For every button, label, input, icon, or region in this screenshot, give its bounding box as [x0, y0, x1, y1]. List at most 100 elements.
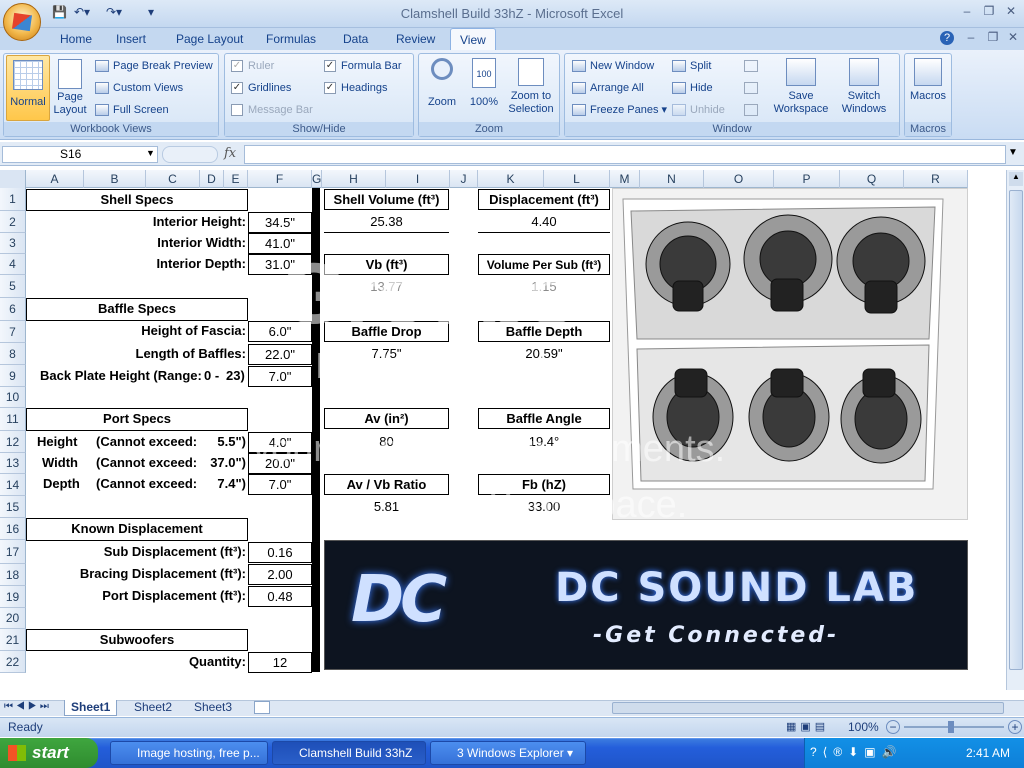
cell-port-depth-value[interactable]: 7.0"	[248, 474, 312, 495]
row-header-2[interactable]: 2	[0, 211, 26, 233]
cell-back-plate-value[interactable]: 7.0"	[248, 366, 312, 387]
name-box-dropdown-icon[interactable]: ▼	[146, 148, 155, 158]
cell-port-height-max[interactable]: 5.5")	[200, 432, 246, 453]
col-header-m[interactable]: M	[610, 170, 640, 188]
col-header-o[interactable]: O	[704, 170, 774, 188]
cell-port-height-cannot[interactable]: (Cannot exceed:	[96, 432, 197, 453]
col-header-k[interactable]: K	[478, 170, 544, 188]
office-button[interactable]	[3, 3, 41, 41]
col-header-i[interactable]: I	[386, 170, 450, 188]
cell-av-header[interactable]: Av (in²)	[324, 408, 449, 429]
cell-sub-displacement-label[interactable]: Sub Displacement (ft³):	[26, 542, 246, 563]
col-header-j[interactable]: J	[450, 170, 478, 188]
status-zoom-level[interactable]: 100%	[848, 720, 879, 734]
insert-sheet-icon[interactable]	[254, 701, 270, 714]
col-header-d[interactable]: D	[200, 170, 224, 188]
cell-port-width-label[interactable]: Width	[42, 453, 78, 474]
sync-scroll-icon[interactable]	[744, 82, 758, 94]
cell-subwoofers[interactable]: Subwoofers	[26, 629, 248, 651]
cell-port-width-value[interactable]: 20.0"	[248, 453, 312, 474]
formula-bar-checkbox[interactable]: ✓ Formula Bar	[324, 58, 402, 74]
sheet-tab-2[interactable]: Sheet2	[128, 700, 178, 716]
cell-baffle-drop-header[interactable]: Baffle Drop	[324, 321, 449, 342]
cell-port-displacement-label[interactable]: Port Displacement (ft³):	[26, 586, 246, 607]
scroll-up-icon[interactable]: ▲	[1009, 172, 1023, 186]
row-header-16[interactable]: 16	[0, 518, 26, 540]
row-header-8[interactable]: 8	[0, 343, 26, 365]
col-header-c[interactable]: C	[146, 170, 200, 188]
row-header-12[interactable]: 12	[0, 431, 26, 453]
cell-interior-height-label[interactable]: Interior Height:	[26, 212, 246, 233]
col-header-r[interactable]: R	[904, 170, 968, 188]
freeze-panes-button[interactable]: Freeze Panes ▾	[572, 102, 667, 118]
col-header-n[interactable]: N	[640, 170, 704, 188]
cell-shell-specs[interactable]: Shell Specs	[26, 189, 248, 211]
zoom-out-icon[interactable]: −	[886, 720, 900, 734]
page-layout-view-button[interactable]: Page Layout	[52, 55, 88, 121]
tab-home[interactable]: Home	[52, 31, 100, 49]
hide-button[interactable]: Hide	[672, 80, 713, 96]
normal-view-button[interactable]: Normal	[6, 55, 50, 121]
col-header-b[interactable]: B	[84, 170, 146, 188]
minimize-icon[interactable]: ‒	[958, 4, 976, 20]
zoom-slider[interactable]	[904, 726, 1004, 728]
doc-restore-icon[interactable]: ❐	[984, 30, 1002, 46]
cell-back-plate-label[interactable]: Back Plate Height (Range:	[40, 366, 210, 387]
cell-interior-depth-label[interactable]: Interior Depth:	[26, 254, 246, 275]
row-header-7[interactable]: 7	[0, 321, 26, 343]
cell-vb-value[interactable]: 13.77	[324, 277, 449, 298]
insert-function-icon[interactable]: fx	[224, 146, 236, 161]
row-header-18[interactable]: 18	[0, 564, 26, 586]
expand-formula-bar-icon[interactable]: ▼	[1008, 147, 1018, 158]
row-header-21[interactable]: 21	[0, 629, 26, 651]
split-button[interactable]: Split	[672, 58, 711, 74]
ruler-checkbox[interactable]: ✓ Ruler	[231, 58, 274, 74]
cell-quantity-label[interactable]: Quantity:	[26, 652, 246, 673]
cell-bracing-displacement-label[interactable]: Bracing Displacement (ft³):	[26, 564, 246, 585]
custom-views-button[interactable]: Custom Views	[95, 80, 183, 96]
cell-interior-width-value[interactable]: 41.0"	[248, 233, 312, 254]
tab-review[interactable]: Review	[388, 31, 443, 49]
cell-back-plate-max[interactable]: 23)	[226, 366, 248, 387]
zoom-slider-thumb[interactable]	[948, 721, 954, 733]
tab-formulas[interactable]: Formulas	[258, 31, 324, 49]
cell-interior-height-value[interactable]: 34.5"	[248, 212, 312, 233]
row-header-20[interactable]: 20	[0, 608, 26, 629]
tab-data[interactable]: Data	[335, 31, 376, 49]
sheet-tab-3[interactable]: Sheet3	[188, 700, 238, 716]
cell-volume-per-sub-value[interactable]: 1.15	[478, 277, 610, 298]
unhide-button[interactable]: Unhide	[672, 102, 725, 118]
col-header-g[interactable]: G	[312, 170, 322, 188]
zoom-in-icon[interactable]: +	[1008, 720, 1022, 734]
cell-baffle-depth-header[interactable]: Baffle Depth	[478, 321, 610, 342]
message-bar-checkbox[interactable]: Message Bar	[231, 102, 313, 118]
sheet-nav-icons[interactable]: ⏮◀▶⏭	[4, 701, 52, 712]
tray-icons[interactable]: ?⟨®⬇▣🔊	[810, 745, 903, 759]
zoom-button[interactable]: Zoom	[422, 56, 462, 122]
full-screen-button[interactable]: Full Screen	[95, 102, 169, 118]
row-header-3[interactable]: 3	[0, 233, 26, 254]
macros-button[interactable]: Macros	[906, 56, 950, 122]
formula-input[interactable]	[244, 145, 1006, 164]
page-break-preview-button[interactable]: Page Break Preview	[95, 58, 213, 74]
cell-ratio-value[interactable]: 5.81	[324, 497, 449, 518]
cell-port-height-value[interactable]: 4.0"	[248, 432, 312, 453]
cell-interior-width-label[interactable]: Interior Width:	[26, 233, 246, 254]
cell-displacement-header[interactable]: Displacement (ft³)	[478, 189, 610, 210]
cell-baffle-drop-value[interactable]: 7.75"	[324, 344, 449, 365]
view-mode-icons[interactable]: ▦▣▤	[786, 720, 846, 734]
row-header-14[interactable]: 14	[0, 474, 26, 496]
row-header-10[interactable]: 10	[0, 387, 26, 408]
zoom-100-button[interactable]: 100 100%	[466, 56, 502, 122]
cell-port-depth-cannot[interactable]: (Cannot exceed:	[96, 474, 197, 495]
cell-port-width-cannot[interactable]: (Cannot exceed:	[96, 453, 197, 474]
tab-page-layout[interactable]: Page Layout	[168, 31, 251, 49]
col-header-l[interactable]: L	[544, 170, 610, 188]
cell-displacement-value[interactable]: 4.40	[478, 212, 610, 233]
arrange-all-button[interactable]: Arrange All	[572, 80, 644, 96]
row-header-13[interactable]: 13	[0, 453, 26, 474]
row-header-6[interactable]: 6	[0, 298, 26, 321]
cell-baffle-length-label[interactable]: Length of Baffles:	[26, 344, 247, 365]
switch-windows-button[interactable]: Switch Windows	[832, 56, 896, 122]
cell-bracing-displacement-value[interactable]: 2.00	[248, 564, 312, 585]
